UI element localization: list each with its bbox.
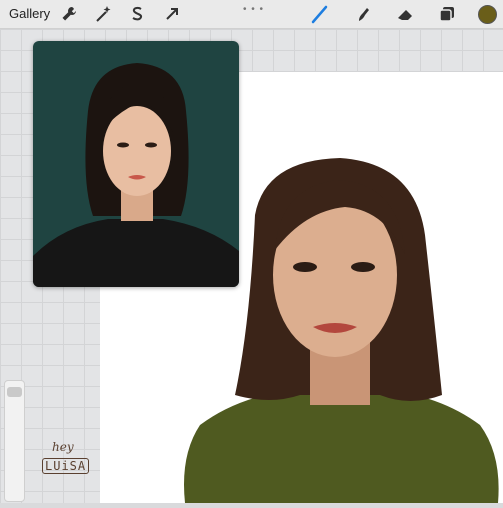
signature-line2: LUiSA — [42, 458, 90, 474]
top-toolbar: Gallery • • • — [0, 0, 503, 29]
magic-wand-icon[interactable] — [93, 4, 113, 24]
color-swatch[interactable] — [478, 5, 497, 24]
brush-icon[interactable] — [310, 4, 330, 24]
arrow-transform-icon[interactable] — [162, 4, 182, 24]
slider-handle[interactable] — [7, 387, 22, 397]
gallery-button[interactable]: Gallery — [9, 6, 50, 21]
eraser-icon[interactable] — [395, 4, 415, 24]
smudge-icon[interactable] — [353, 4, 373, 24]
brush-size-slider[interactable] — [4, 380, 25, 502]
wrench-icon[interactable] — [59, 4, 79, 24]
portrait-painting — [180, 155, 503, 503]
layers-icon[interactable] — [437, 4, 457, 24]
signature-line1: hey — [52, 440, 74, 454]
artist-signature: hey LUiSA — [40, 440, 96, 482]
more-dots-icon[interactable]: • • • — [243, 4, 264, 15]
selection-s-icon[interactable] — [127, 4, 147, 24]
